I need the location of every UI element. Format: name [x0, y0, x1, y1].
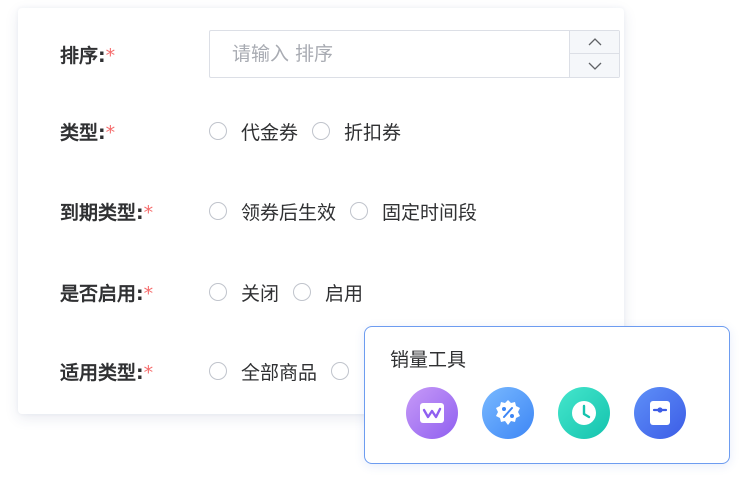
sort-input[interactable] [210, 31, 570, 77]
radio-voucher[interactable]: 代金券 [209, 118, 298, 145]
tool-wave-chart-button[interactable] [406, 387, 458, 439]
type-label: 类型:* [60, 121, 116, 144]
radio-disabled[interactable]: 关闭 [209, 279, 279, 306]
enabled-label: 是否启用:* [60, 282, 154, 305]
sales-tools-popup: 销量工具 [364, 326, 730, 464]
applicable-type-label: 适用类型:* [60, 361, 154, 384]
tool-percent-button[interactable] [482, 387, 534, 439]
radio-circle[interactable] [209, 362, 227, 380]
radio-circle[interactable] [293, 283, 312, 301]
tool-clock-button[interactable] [558, 387, 610, 439]
clock-icon [572, 401, 596, 425]
radio-circle[interactable] [312, 122, 331, 140]
radio-fixed-period[interactable]: 固定时间段 [350, 198, 477, 225]
decrement-button[interactable] [570, 54, 619, 77]
wave-chart-icon [420, 403, 444, 423]
radio-hidden-option[interactable] [331, 362, 363, 380]
form-row-expiry-type: 到期类型:* 领券后生效 固定时间段 [18, 191, 624, 231]
chevron-up-icon [588, 38, 601, 46]
radio-discount[interactable]: 折扣券 [312, 118, 401, 145]
radio-enabled[interactable]: 启用 [293, 279, 363, 306]
radio-circle[interactable] [350, 202, 369, 220]
radio-all-products[interactable]: 全部商品 [209, 358, 317, 385]
ticket-icon [650, 401, 670, 425]
expiry-type-radio-group: 领券后生效 固定时间段 [209, 191, 491, 231]
radio-effective-after-claim[interactable]: 领券后生效 [209, 198, 336, 225]
applicable-type-radio-group: 全部商品 [209, 351, 377, 391]
increment-button[interactable] [570, 31, 619, 54]
popup-title: 销量工具 [390, 349, 467, 371]
tool-ticket-button[interactable] [634, 387, 686, 439]
enabled-radio-group: 关闭 启用 [209, 272, 377, 312]
radio-circle[interactable] [331, 362, 350, 380]
form-row-enabled: 是否启用:* 关闭 启用 [18, 272, 624, 312]
sort-number-input [209, 30, 620, 78]
form-row-type: 类型:* 代金券 折扣券 [18, 111, 624, 151]
chevron-down-icon [588, 62, 601, 70]
radio-circle[interactable] [209, 283, 227, 301]
type-radio-group: 代金券 折扣券 [209, 111, 415, 151]
sort-label: 排序:* [60, 44, 116, 67]
radio-circle[interactable] [209, 122, 227, 140]
expiry-type-label: 到期类型:* [60, 201, 154, 224]
radio-circle[interactable] [209, 202, 227, 220]
percent-badge-icon [496, 400, 520, 425]
sort-stepper [569, 31, 619, 77]
